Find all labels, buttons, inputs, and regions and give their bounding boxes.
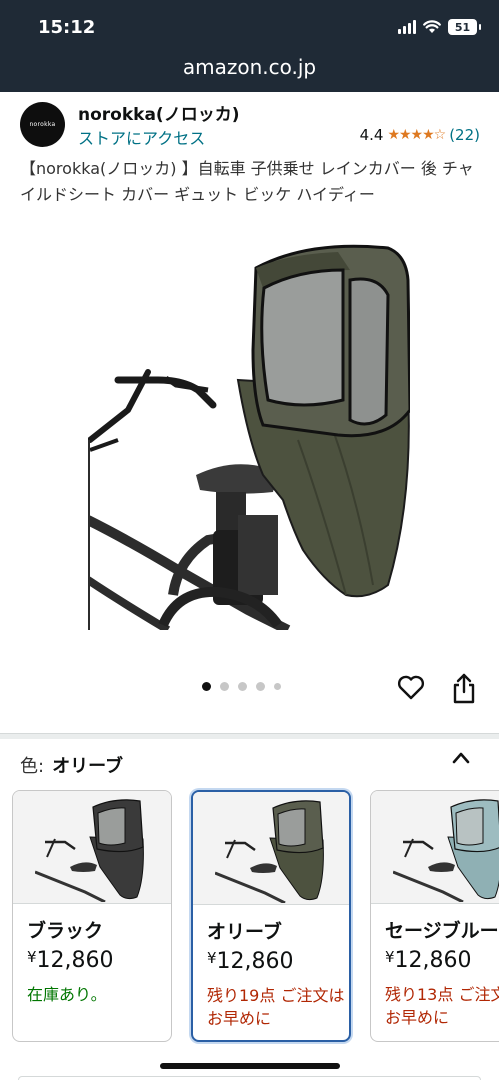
home-indicator[interactable] [160, 1063, 340, 1069]
status-icons: 51 [398, 19, 481, 35]
brand-name: norokka(ノロッカ) [78, 105, 240, 125]
image-carousel-dots[interactable] [202, 682, 281, 691]
swatch-name: オリーブ [207, 921, 282, 943]
stock-status: 残り13点 ご注文はお早めに [385, 985, 499, 1027]
swatch-thumbnail [13, 791, 171, 904]
rating-value: 4.4 [359, 126, 384, 144]
swatch-name: ブラック [27, 920, 104, 942]
stock-status: 在庫あり。 [27, 985, 107, 1004]
wifi-icon [423, 20, 441, 33]
color-swatch-black[interactable]: ブラック ¥12,860 在庫あり。 [12, 790, 172, 1042]
browser-header: 15:12 51 amazon.co.jp [0, 0, 499, 92]
swatch-thumbnail [371, 791, 499, 904]
price-value: 12,860 [394, 948, 472, 973]
cellular-signal-icon [398, 20, 416, 34]
color-swatch-olive[interactable]: オリーブ ¥12,860 残り19点 ご注文はお早めに [191, 790, 351, 1042]
swatch-thumbnail [193, 792, 349, 905]
stock-status: 残り19点 ご注文はお早めに [207, 986, 345, 1028]
carousel-dot[interactable] [274, 683, 281, 690]
visit-store-link[interactable]: ストアにアクセス [78, 125, 205, 149]
chevron-up-icon[interactable] [451, 750, 471, 766]
carousel-dot[interactable] [256, 682, 265, 691]
brand-row: norokka norokka(ノロッカ) ストアにアクセス 4.4 ★★★★☆… [20, 100, 480, 150]
color-selector-header: 色: オリーブ [20, 752, 123, 778]
star-rating-icon: ★★★★☆ [387, 127, 446, 143]
price-value: 12,860 [36, 948, 114, 973]
color-label: 色: [20, 756, 45, 777]
color-swatch-sage-blue[interactable]: セージブルー ¥12,860 残り13点 ご注文はお早めに [370, 790, 499, 1042]
next-section-edge [18, 1076, 481, 1080]
price-value: 12,860 [216, 949, 294, 974]
carousel-dot[interactable] [202, 682, 211, 691]
swatch-price: ¥12,860 [207, 949, 294, 974]
selected-color: オリーブ [52, 756, 123, 777]
battery-icon: 51 [448, 19, 481, 35]
swatch-price: ¥12,860 [27, 948, 114, 973]
product-image[interactable] [88, 240, 410, 630]
currency-symbol: ¥ [207, 949, 217, 967]
brand-logo[interactable]: norokka [20, 102, 65, 147]
status-time: 15:12 [38, 17, 96, 38]
currency-symbol: ¥ [27, 948, 37, 966]
url-bar[interactable]: amazon.co.jp [0, 55, 499, 79]
currency-symbol: ¥ [385, 948, 395, 966]
carousel-dot[interactable] [220, 682, 229, 691]
share-icon[interactable] [452, 672, 476, 704]
carousel-dot[interactable] [238, 682, 247, 691]
product-title: 【norokka(ノロッカ) 】自転車 子供乗せ レインカバー 後 チャイルドシ… [20, 159, 474, 204]
section-divider [0, 733, 499, 739]
swatch-name: セージブルー [385, 920, 499, 942]
rating-count[interactable]: (22) [449, 126, 480, 144]
heart-icon[interactable] [397, 674, 425, 700]
swatch-price: ¥12,860 [385, 948, 472, 973]
rating-summary[interactable]: 4.4 ★★★★☆ (22) [360, 126, 480, 144]
